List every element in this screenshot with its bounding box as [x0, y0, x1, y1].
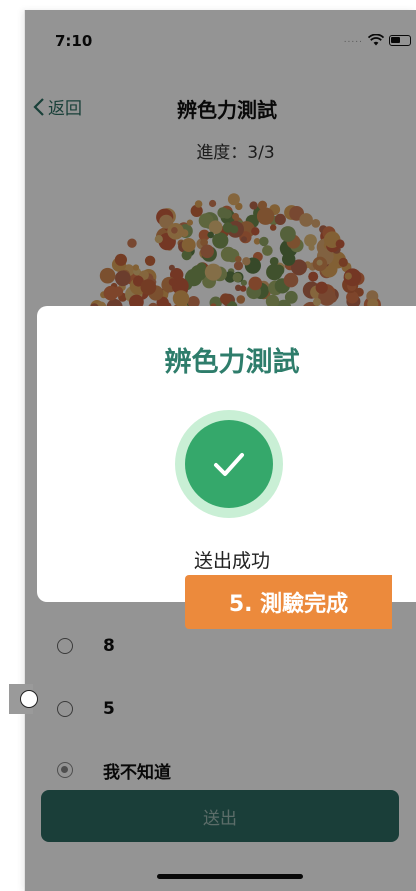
success-dialog: 辨色力測試 送出成功 [37, 306, 416, 602]
checkmark-icon [214, 453, 244, 476]
dialog-message: 送出成功 [193, 550, 270, 572]
success-circle [185, 420, 273, 508]
dialog-title: 辨色力測試 [164, 347, 300, 378]
phone-screen: 7:10 ..... 返回 辨色力測試 進度：3/3 8 5 我不知道 送出 辨… [24, 10, 416, 891]
page-frame [0, 0, 24, 891]
success-badge [175, 410, 283, 518]
side-radio-icon [20, 690, 38, 708]
step-badge: 5. 測驗完成 [185, 575, 392, 629]
